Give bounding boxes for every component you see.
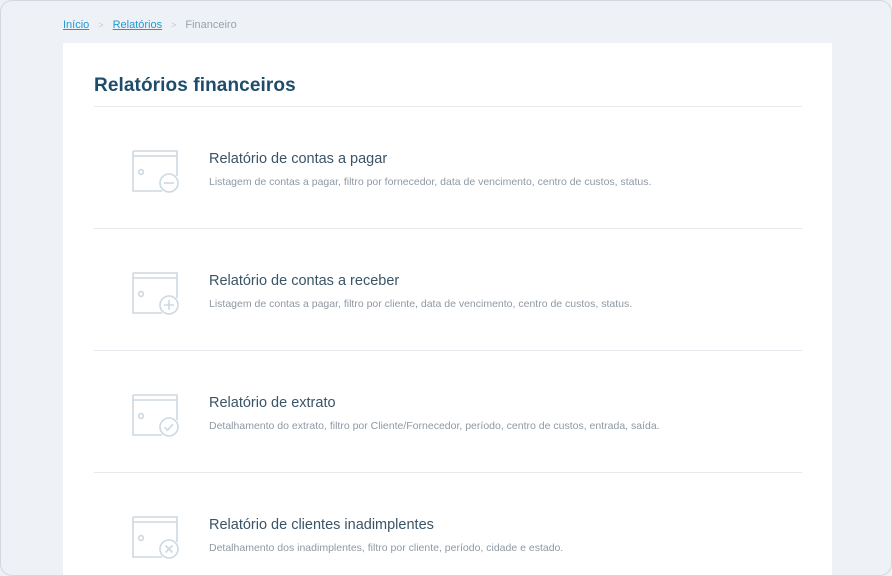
wallet-minus-icon: [132, 150, 179, 193]
breadcrumb-current: Financeiro: [185, 19, 237, 31]
report-description: Listagem de contas a pagar, filtro por f…: [209, 176, 652, 188]
report-name: Relatório de contas a pagar: [209, 151, 388, 167]
report-item-clientes-inadimplentes[interactable]: Relatório de clientes inadimplentes Deta…: [94, 473, 802, 575]
wallet-x-icon: [132, 516, 179, 559]
reports-card: Relatórios financeiros Relatório de cont…: [63, 43, 832, 575]
report-description: Listagem de contas a pagar, filtro por c…: [209, 298, 633, 310]
report-item-contas-a-pagar[interactable]: Relatório de contas a pagar Listagem de …: [94, 107, 802, 229]
wallet-plus-icon: [132, 272, 179, 315]
breadcrumb-separator: >: [98, 20, 104, 30]
breadcrumb-separator: >: [171, 20, 177, 30]
report-item-contas-a-receber[interactable]: Relatório de contas a receber Listagem d…: [94, 229, 802, 351]
breadcrumb-home-link[interactable]: Início: [63, 19, 89, 31]
page-title: Relatórios financeiros: [94, 75, 296, 96]
breadcrumb: Início > Relatórios > Financeiro: [63, 19, 237, 31]
breadcrumb-reports-link[interactable]: Relatórios: [113, 19, 163, 31]
app-window: Início > Relatórios > Financeiro Relatór…: [0, 0, 892, 576]
report-name: Relatório de extrato: [209, 395, 336, 411]
report-item-extrato[interactable]: Relatório de extrato Detalhamento do ext…: [94, 351, 802, 473]
wallet-check-icon: [132, 394, 179, 437]
report-name: Relatório de clientes inadimplentes: [209, 517, 434, 533]
report-description: Detalhamento do extrato, filtro por Clie…: [209, 420, 660, 432]
report-description: Detalhamento dos inadimplentes, filtro p…: [209, 542, 564, 554]
report-name: Relatório de contas a receber: [209, 273, 400, 289]
